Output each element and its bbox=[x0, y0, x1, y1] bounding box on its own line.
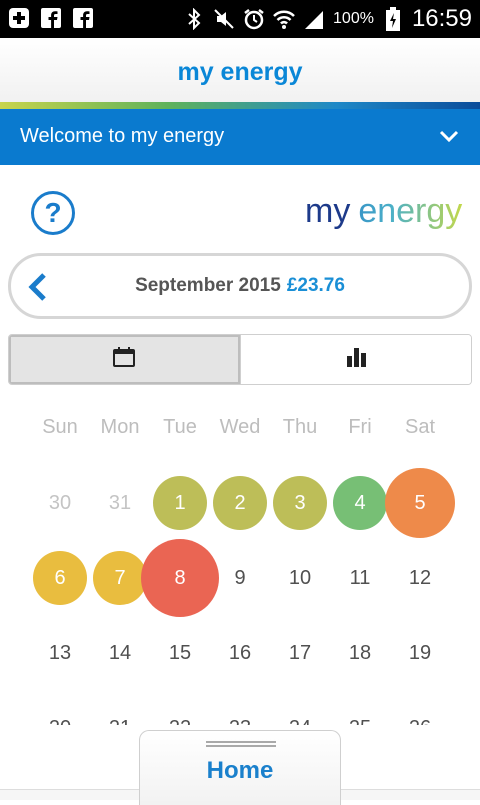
signal-icon bbox=[303, 8, 325, 30]
alarm-icon bbox=[243, 8, 265, 30]
calendar-day-outside-month[interactable]: 31 bbox=[90, 488, 150, 518]
calendar-day[interactable]: 16 bbox=[210, 638, 270, 668]
facebook-icon bbox=[72, 7, 94, 29]
calendar-day[interactable]: 12 bbox=[390, 563, 450, 593]
calendar-view-button[interactable] bbox=[9, 335, 240, 384]
calendar-day-usage[interactable]: 4 bbox=[333, 476, 387, 530]
calendar-day[interactable]: 21 bbox=[90, 713, 150, 725]
drag-handle-icon[interactable] bbox=[206, 741, 276, 747]
calendar-day[interactable]: 20 bbox=[30, 713, 90, 725]
help-icon[interactable]: ? bbox=[31, 191, 75, 235]
home-tab-label: Home bbox=[206, 757, 274, 784]
weekday-label: Thu bbox=[282, 416, 318, 438]
weekday-label: Sun bbox=[42, 416, 78, 438]
notification-icons bbox=[8, 7, 94, 29]
calendar-icon bbox=[113, 347, 136, 372]
home-tab[interactable]: Home bbox=[139, 730, 341, 805]
calendar-day-usage[interactable]: 7 bbox=[93, 551, 147, 605]
wifi-icon bbox=[273, 8, 295, 30]
calendar-day[interactable]: 15 bbox=[150, 638, 210, 668]
calendar-day[interactable]: 24 bbox=[270, 713, 330, 725]
calendar-day-usage[interactable]: 2 bbox=[213, 476, 267, 530]
weekday-label: Mon bbox=[100, 416, 140, 438]
weekday-label: Fri bbox=[348, 416, 372, 438]
calendar-day[interactable]: 9 bbox=[210, 563, 270, 593]
bluetooth-icon bbox=[183, 8, 205, 30]
logo-text-my: my bbox=[305, 192, 350, 230]
bar-chart-icon bbox=[346, 347, 366, 372]
calendar-day-usage[interactable]: 3 bbox=[273, 476, 327, 530]
facebook-icon bbox=[40, 7, 62, 29]
calendar-day[interactable]: 18 bbox=[330, 638, 390, 668]
weekday-label: Wed bbox=[219, 416, 261, 438]
system-icons: 100% 16:59 bbox=[183, 0, 472, 38]
calendar-day[interactable]: 10 bbox=[270, 563, 330, 593]
chart-view-button[interactable] bbox=[239, 335, 471, 384]
plus-square-icon bbox=[8, 7, 30, 29]
mute-icon bbox=[213, 8, 235, 30]
svg-text:myenergy: my energy bbox=[305, 192, 462, 230]
page-title: my energy bbox=[177, 58, 303, 86]
logo-text-energy: energy bbox=[358, 192, 462, 230]
calendar-day-outside-month[interactable]: 30 bbox=[30, 488, 90, 518]
calendar-day-usage[interactable]: 6 bbox=[33, 551, 87, 605]
calendar-day[interactable]: 22 bbox=[150, 713, 210, 725]
weekday-label: Sat bbox=[404, 416, 436, 438]
calendar-day[interactable]: 19 bbox=[390, 638, 450, 668]
battery-charging-icon bbox=[382, 7, 404, 31]
month-amount: £23.76 bbox=[286, 275, 345, 296]
usage-calendar: Sun Mon Tue Wed Thu Fri Sat 30 31 1 2 3 4 5 6 7 8 9 10 11 12… bbox=[0, 400, 480, 725]
calendar-day-usage[interactable]: 5 bbox=[385, 468, 455, 538]
calendar-day[interactable]: 23 bbox=[210, 713, 270, 725]
chevron-down-icon bbox=[438, 125, 460, 147]
calendar-day-usage[interactable]: 1 bbox=[153, 476, 207, 530]
calendar-day[interactable]: 25 bbox=[330, 713, 390, 725]
weekday-label: Tue bbox=[163, 416, 197, 438]
month-summary: September 2015 £23.76 bbox=[11, 256, 469, 316]
calendar-day[interactable]: 14 bbox=[90, 638, 150, 668]
my-energy-logo: my energy bbox=[305, 186, 475, 234]
month-navigator: September 2015 £23.76 bbox=[8, 253, 472, 319]
view-toggle bbox=[8, 334, 472, 385]
welcome-text: Welcome to my energy bbox=[20, 125, 225, 147]
calendar-day-usage[interactable]: 8 bbox=[141, 539, 219, 617]
header-stripe bbox=[0, 102, 480, 109]
app-header: my energy bbox=[0, 38, 480, 102]
welcome-dropdown[interactable]: Welcome to my energy bbox=[0, 109, 480, 165]
calendar-day[interactable]: 13 bbox=[30, 638, 90, 668]
month-label: September 2015 bbox=[135, 275, 281, 296]
calendar-day[interactable]: 11 bbox=[330, 563, 390, 593]
clock: 16:59 bbox=[411, 5, 472, 32]
status-bar: 100% 16:59 bbox=[0, 0, 480, 38]
calendar-day[interactable]: 26 bbox=[390, 713, 450, 725]
calendar-day[interactable]: 17 bbox=[270, 638, 330, 668]
battery-percent: 100% bbox=[333, 10, 374, 27]
